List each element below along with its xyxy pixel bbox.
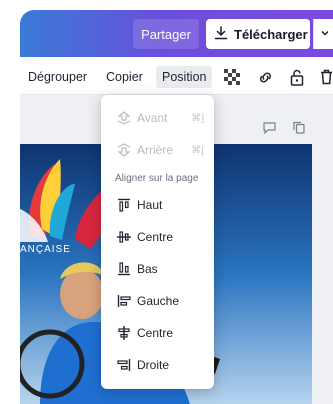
lock-icon[interactable]: [290, 66, 304, 88]
link-icon[interactable]: [257, 66, 274, 88]
menu-item-shortcut: ⌘]: [191, 112, 204, 124]
menu-item-label: Haut: [137, 198, 163, 212]
menu-item-align-right[interactable]: Droite: [101, 350, 214, 380]
menu-item-label: Bas: [137, 262, 158, 276]
transparency-icon[interactable]: [224, 66, 240, 88]
align-center-icon: [113, 326, 135, 340]
menu-item-align-bottom[interactable]: Bas: [101, 254, 214, 284]
position-button[interactable]: Position: [156, 66, 213, 88]
menu-item-label: Avant: [137, 111, 168, 125]
more-options-button[interactable]: [313, 19, 333, 49]
menu-item-align-middle[interactable]: Centre: [101, 222, 214, 252]
photo-caption-text: ANÇAISE: [20, 244, 71, 255]
ungroup-button[interactable]: Dégrouper: [28, 66, 87, 88]
align-right-icon: [113, 358, 135, 372]
menu-item-align-left[interactable]: Gauche: [101, 286, 214, 316]
download-button[interactable]: Télécharger: [206, 19, 310, 49]
menu-item-label: Gauche: [137, 294, 180, 308]
download-label: Télécharger: [234, 26, 308, 42]
copy-button[interactable]: Copier: [106, 66, 143, 88]
menu-item-label: Centre: [137, 326, 174, 340]
duplicate-page-icon[interactable]: [293, 121, 305, 139]
align-left-icon: [113, 294, 135, 308]
comment-icon[interactable]: [263, 121, 276, 139]
download-icon: [214, 25, 228, 43]
menu-item-shortcut: ⌘[: [191, 144, 204, 156]
bring-forward-icon: [113, 111, 135, 125]
align-section-title: Aligner sur la page: [115, 173, 199, 184]
menu-item-align-top[interactable]: Haut: [101, 190, 214, 220]
menu-item-bring-forward[interactable]: Avant ⌘]: [101, 103, 214, 133]
align-bottom-icon: [113, 262, 135, 276]
menu-item-label: Arrière: [137, 143, 174, 157]
menu-item-send-backward[interactable]: Arrière ⌘[: [101, 135, 214, 165]
send-backward-icon: [113, 143, 135, 157]
position-menu: Avant ⌘] Arrière ⌘[ Aligner sur la page …: [101, 95, 214, 389]
menu-item-label: Droite: [137, 358, 170, 372]
align-middle-icon: [113, 230, 135, 244]
menu-item-align-center[interactable]: Centre: [101, 318, 214, 348]
share-button[interactable]: Partager: [133, 19, 199, 49]
trash-icon[interactable]: [320, 66, 333, 88]
align-top-icon: [113, 198, 135, 212]
chevron-down-icon: [320, 25, 330, 43]
menu-item-label: Centre: [137, 230, 174, 244]
